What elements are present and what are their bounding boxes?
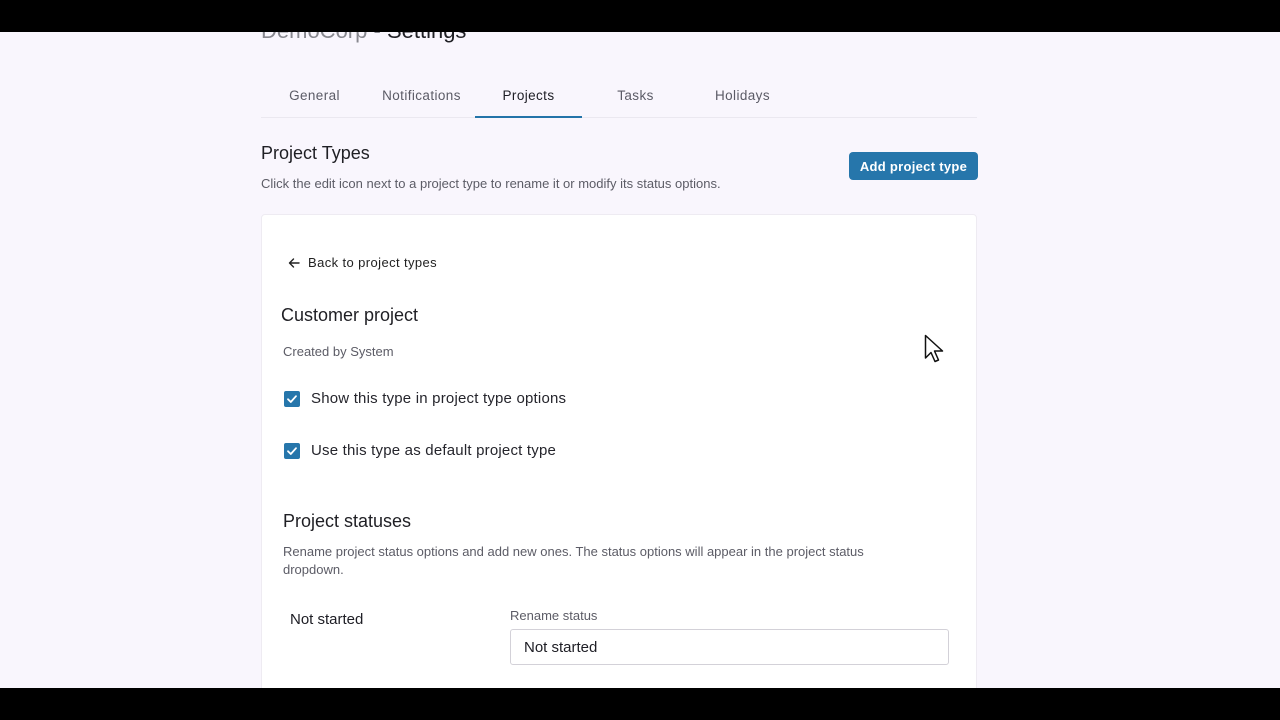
page-title: DemoCorp - Settings [261,32,466,44]
tab-general[interactable]: General [261,77,368,117]
checkmark-icon [287,446,297,455]
section-description: Click the edit icon next to a project ty… [261,176,721,191]
rename-status-input[interactable] [510,629,949,665]
back-link-label: Back to project types [308,255,438,270]
arrow-left-icon [288,257,300,268]
tab-holidays[interactable]: Holidays [689,77,796,117]
page-title-text: Settings [387,32,467,43]
add-project-type-button[interactable]: Add project type [849,152,978,180]
show-type-option[interactable]: Show this type in project type options [284,390,566,407]
project-type-name: Customer project [281,305,419,325]
mouse-pointer-icon [924,334,944,363]
default-type-label: Use this type as default project type [311,442,557,459]
back-to-project-types-link[interactable]: Back to project types [288,255,437,270]
tab-tasks[interactable]: Tasks [582,77,689,117]
title-separator: - [367,32,387,43]
project-statuses-title: Project statuses [283,511,412,531]
settings-tabs: General Notifications Projects Tasks Hol… [261,77,977,118]
checkmark-icon [287,394,297,403]
default-type-option[interactable]: Use this type as default project type [284,442,556,459]
default-type-checkbox[interactable] [284,442,300,459]
created-by-text: Created by System [283,344,394,359]
settings-page: DemoCorp - Settings General Notification… [0,32,1280,688]
section-title: Project Types [261,143,370,163]
show-type-label: Show this type in project type options [311,390,567,407]
project-type-card: Back to project types Customer project C… [261,214,977,688]
rename-status-label: Rename status [510,608,598,623]
tab-notifications[interactable]: Notifications [368,77,475,117]
show-type-checkbox[interactable] [284,390,300,407]
project-statuses-description: Rename project status options and add ne… [283,544,864,577]
org-name: DemoCorp [261,32,367,43]
tab-projects[interactable]: Projects [475,77,582,118]
status-name: Not started [290,611,364,628]
